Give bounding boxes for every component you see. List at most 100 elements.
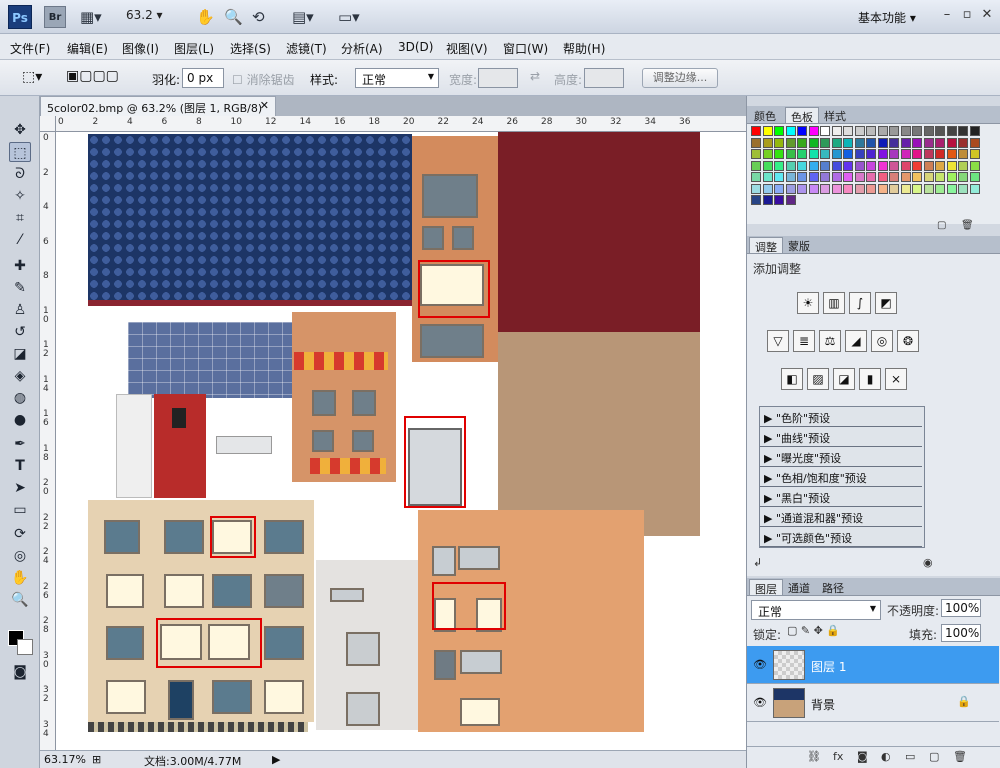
- hand-icon[interactable]: ✋: [196, 6, 215, 28]
- preset-black-white[interactable]: ▶ "黑白"预设: [760, 487, 922, 507]
- workspace-dropdown[interactable]: 基本功能 ▾: [858, 9, 916, 26]
- vibrance-icon[interactable]: ▽: [767, 330, 789, 352]
- color-swatch[interactable]: [946, 160, 957, 171]
- eye-icon[interactable]: 👁: [753, 696, 767, 709]
- color-swatch[interactable]: [912, 172, 922, 182]
- color-swatch[interactable]: [762, 126, 773, 136]
- color-swatch[interactable]: [866, 126, 876, 136]
- color-swatch[interactable]: [889, 160, 899, 171]
- color-swatch[interactable]: [866, 172, 876, 182]
- color-swatch[interactable]: [958, 172, 968, 182]
- photo-filter-icon[interactable]: ◎: [871, 330, 893, 352]
- color-swatch[interactable]: [877, 126, 888, 136]
- color-swatch[interactable]: [935, 160, 945, 171]
- color-swatch[interactable]: [912, 183, 922, 194]
- color-swatch[interactable]: [900, 126, 911, 136]
- color-swatch[interactable]: [831, 126, 842, 136]
- color-swatch[interactable]: [751, 172, 761, 182]
- color-swatch[interactable]: [751, 126, 761, 136]
- 3d-rotate-icon[interactable]: ⟳: [9, 524, 31, 544]
- return-icon[interactable]: ↲: [753, 556, 762, 569]
- color-swatch[interactable]: [831, 160, 842, 171]
- close-tab-icon[interactable]: ✕: [260, 99, 269, 112]
- color-swatch[interactable]: [831, 183, 842, 194]
- tab-swatches[interactable]: 色板: [785, 107, 819, 124]
- mask-icon[interactable]: ◙: [857, 750, 868, 763]
- preset-channel-mixer[interactable]: ▶ "通道混和器"预设: [760, 507, 922, 527]
- feather-input[interactable]: 0 px: [182, 68, 224, 88]
- color-swatch[interactable]: [831, 172, 842, 182]
- color-swatch[interactable]: [866, 149, 876, 159]
- healing-brush-icon[interactable]: ✚: [9, 256, 31, 276]
- color-swatch[interactable]: [843, 160, 853, 171]
- color-swatch[interactable]: [969, 149, 980, 159]
- menu-file[interactable]: 文件(F): [10, 40, 50, 57]
- tab-layers[interactable]: 图层: [749, 579, 783, 596]
- color-swatch[interactable]: [774, 149, 784, 159]
- color-swatch[interactable]: [762, 195, 773, 205]
- color-swatch[interactable]: [923, 183, 934, 194]
- horizontal-ruler[interactable]: 0 2 4 6 8 10 12 14 16 18 20 22 24 26 28 30 32 34 36: [56, 116, 746, 132]
- 3d-orbit-icon[interactable]: ◎: [9, 546, 31, 566]
- color-swatch[interactable]: [912, 137, 922, 148]
- gradient-map-icon[interactable]: ▮: [859, 368, 881, 390]
- move-tool-icon[interactable]: ✥: [9, 120, 31, 140]
- color-swatch[interactable]: [797, 149, 807, 159]
- status-zoom[interactable]: 63.17%: [44, 753, 86, 766]
- hue-sat-icon[interactable]: ≣: [793, 330, 815, 352]
- clip-icon[interactable]: ◉: [923, 556, 933, 569]
- color-swatch[interactable]: [958, 183, 968, 194]
- color-swatch[interactable]: [843, 126, 853, 136]
- brightness-icon[interactable]: ☀: [797, 292, 819, 314]
- color-swatch[interactable]: [946, 137, 957, 148]
- color-swatch[interactable]: [958, 126, 968, 136]
- menu-layer[interactable]: 图层(L): [174, 40, 214, 57]
- color-swatch[interactable]: [969, 126, 980, 136]
- screenmode-icon[interactable]: ▭▾: [338, 6, 360, 28]
- color-swatch[interactable]: [820, 183, 830, 194]
- color-swatch[interactable]: [751, 195, 761, 205]
- tab-adjustments[interactable]: 调整: [749, 237, 783, 254]
- menu-filter[interactable]: 滤镜(T): [286, 40, 327, 57]
- menu-analysis[interactable]: 分析(A): [341, 40, 383, 57]
- refine-edge-button[interactable]: 调整边缘...: [642, 68, 718, 88]
- new-layer-icon[interactable]: ▢: [929, 750, 939, 763]
- color-swatch[interactable]: [854, 172, 865, 182]
- hand-tool-icon[interactable]: ✋: [9, 568, 31, 588]
- adjustment-layer-icon[interactable]: ◐: [881, 750, 891, 763]
- delete-swatch-icon[interactable]: 🗑: [961, 220, 974, 231]
- color-swatch[interactable]: [762, 183, 773, 194]
- color-swatch[interactable]: [820, 126, 830, 136]
- color-swatch[interactable]: [935, 183, 945, 194]
- type-tool-icon[interactable]: T: [9, 456, 31, 476]
- opacity-input[interactable]: 100%: [941, 599, 981, 617]
- color-swatch[interactable]: [785, 160, 796, 171]
- color-swatch[interactable]: [912, 126, 922, 136]
- arrange-icon[interactable]: ▤▾: [292, 6, 314, 28]
- layer-row-background[interactable]: 👁 背景 🔒: [747, 684, 999, 722]
- pen-tool-icon[interactable]: ✒: [9, 434, 31, 454]
- lasso-tool-icon[interactable]: ᘐ: [9, 164, 31, 184]
- color-swatch[interactable]: [958, 149, 968, 159]
- magic-wand-icon[interactable]: ✧: [9, 186, 31, 206]
- color-swatch[interactable]: [797, 126, 807, 136]
- posterize-icon[interactable]: ▨: [807, 368, 829, 390]
- color-swatch[interactable]: [877, 183, 888, 194]
- color-swatch[interactable]: [843, 172, 853, 182]
- color-swatch[interactable]: [751, 149, 761, 159]
- color-swatch[interactable]: [843, 183, 853, 194]
- color-swatch[interactable]: [935, 172, 945, 182]
- color-swatch[interactable]: [751, 137, 761, 148]
- exposure-icon[interactable]: ◩: [875, 292, 897, 314]
- color-swatch[interactable]: [958, 137, 968, 148]
- color-swatch[interactable]: [866, 160, 876, 171]
- swap-icon[interactable]: ⇄: [530, 69, 540, 83]
- menu-image[interactable]: 图像(I): [122, 40, 159, 57]
- ruler-origin[interactable]: [40, 116, 56, 132]
- channel-mixer-icon[interactable]: ❂: [897, 330, 919, 352]
- color-swatch[interactable]: [774, 195, 784, 205]
- eye-icon[interactable]: 👁: [753, 658, 767, 671]
- zoom-tool-icon[interactable]: 🔍: [9, 590, 31, 610]
- color-swatch[interactable]: [831, 149, 842, 159]
- color-swatch[interactable]: [923, 126, 934, 136]
